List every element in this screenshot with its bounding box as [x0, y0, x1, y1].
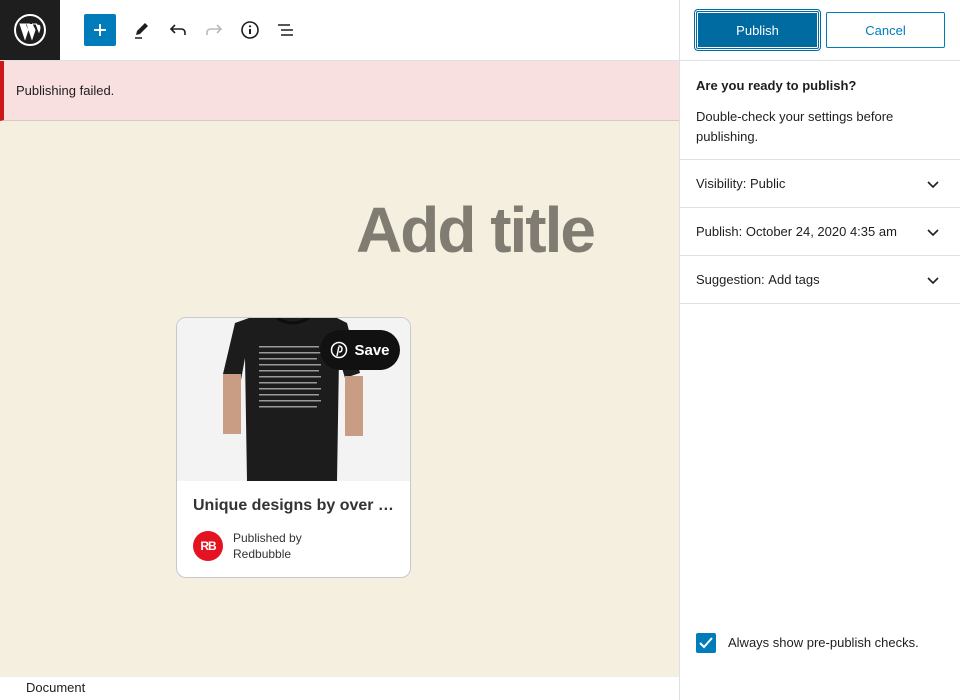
publish-date-value: October 24, 2020 4:35 am — [745, 224, 897, 239]
pre-publish-heading: Are you ready to publish? — [696, 78, 857, 93]
chevron-down-icon — [927, 229, 939, 237]
pre-publish-description: Double-check your settings before publis… — [696, 109, 894, 144]
post-title-input[interactable]: Add title — [356, 193, 596, 267]
publisher-info: Published by Redbubble — [233, 530, 302, 562]
suggestion-label: Suggestion: — [696, 272, 765, 287]
editor-toolbar — [0, 0, 680, 61]
undo-button[interactable] — [162, 14, 194, 46]
info-icon — [241, 21, 259, 39]
cancel-button[interactable]: Cancel — [826, 12, 945, 48]
redo-icon — [206, 24, 223, 35]
pinterest-save-button[interactable]: Save — [320, 330, 400, 370]
error-notice: Publishing failed. — [0, 61, 680, 121]
visibility-panel-toggle[interactable]: Visibility: Public — [680, 160, 960, 208]
embed-title: Unique designs by over … — [193, 497, 394, 514]
pre-publish-panel: Publish Cancel Are you ready to publish?… — [679, 0, 960, 700]
redo-button[interactable] — [198, 14, 230, 46]
info-button[interactable] — [234, 14, 266, 46]
visibility-value: Public — [749, 176, 786, 191]
publish-button[interactable]: Publish — [694, 9, 821, 51]
plus-icon — [94, 24, 106, 36]
tools-button[interactable] — [126, 14, 158, 46]
pre-publish-intro: Are you ready to publish? Double-check y… — [680, 61, 960, 160]
breadcrumb-document[interactable]: Document — [26, 680, 85, 695]
visibility-label: Visibility: — [696, 176, 747, 191]
pinterest-embed-card[interactable]: Save Unique designs by over … RB Publish… — [176, 317, 411, 578]
save-label: Save — [354, 341, 390, 359]
publish-date-panel-toggle[interactable]: Publish: October 24, 2020 4:35 am — [680, 208, 960, 256]
wordpress-logo-icon[interactable] — [0, 0, 60, 60]
pre-publish-checks-checkbox[interactable] — [696, 633, 716, 653]
suggestion-value: Add tags — [768, 272, 820, 287]
pencil-icon — [135, 23, 148, 39]
publisher-name: Redbubble — [233, 547, 292, 561]
add-block-button[interactable] — [84, 14, 116, 46]
editor-canvas[interactable]: Add title Save Unique designs by over … … — [0, 121, 680, 676]
published-by-label: Published by — [233, 531, 302, 545]
chevron-down-icon — [927, 277, 939, 285]
list-view-button[interactable] — [270, 14, 302, 46]
publish-date-label: Publish: — [696, 224, 743, 239]
list-view-icon — [278, 24, 293, 36]
pinterest-icon — [331, 341, 348, 359]
checkmark-icon — [699, 637, 713, 649]
redbubble-logo: RB — [193, 531, 223, 561]
block-breadcrumb: Document — [0, 676, 680, 700]
pre-publish-header: Publish Cancel — [680, 0, 960, 61]
notice-text: Publishing failed. — [16, 83, 115, 98]
suggestion-panel-toggle[interactable]: Suggestion: Add tags — [680, 256, 960, 304]
chevron-down-icon — [927, 181, 939, 189]
pre-publish-checks-label[interactable]: Always show pre-publish checks. — [728, 635, 919, 650]
undo-icon — [169, 24, 186, 35]
